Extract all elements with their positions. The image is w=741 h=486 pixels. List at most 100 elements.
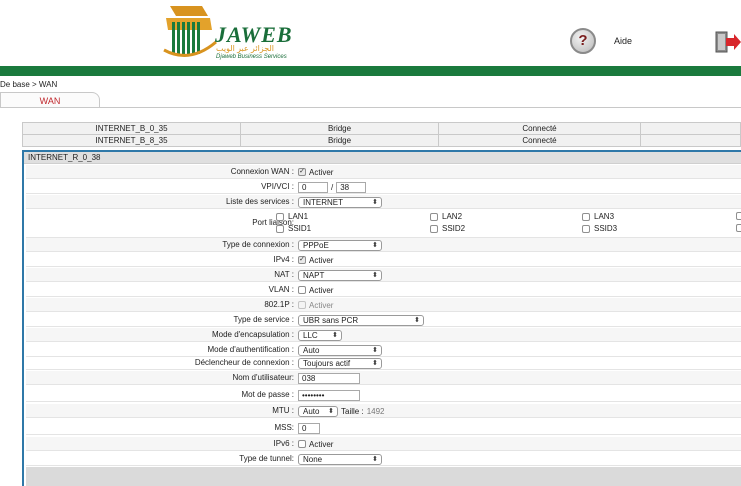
mss-input[interactable]: 0 xyxy=(298,422,320,434)
ssid2-checkbox[interactable] xyxy=(430,224,438,233)
dot1p-option: Activer xyxy=(309,300,334,310)
panel-footer-bar xyxy=(26,467,741,486)
vlan-label: VLAN : xyxy=(268,285,294,294)
row-username: Nom d'utilisateur: 038 xyxy=(26,371,741,385)
row-service-type: Type de service : UBR sans PCR xyxy=(26,313,741,327)
ipv4-checkbox[interactable]: ✓ xyxy=(298,256,306,264)
row-connection-type: Type de connexion : PPPoE xyxy=(26,238,741,252)
vlan-checkbox[interactable] xyxy=(298,286,306,294)
row-vpi-vci: VPI/VCI : 0 / 38 xyxy=(26,180,741,194)
ipv4-label: IPv4 : xyxy=(273,255,294,264)
row-port-binding: Port liaison: LAN1 LAN2 LAN3 SSID1 SSID2… xyxy=(26,210,741,238)
header-divider xyxy=(0,66,741,76)
connection-mode: Bridge xyxy=(240,134,439,147)
panel-title: INTERNET_R_0_38 xyxy=(24,152,741,164)
vlan-option: Activer xyxy=(309,285,334,295)
ssid2-label: SSID2 xyxy=(442,224,466,233)
service-type-label: Type de service : xyxy=(233,315,294,324)
row-password: Mot de passe : •••••••• xyxy=(26,388,741,402)
row-trigger: Déclencheur de connexion : Toujours acti… xyxy=(26,356,741,370)
help-icon[interactable]: ? xyxy=(570,28,596,54)
row-wan-connection: Connexion WAN : ✓ Activer xyxy=(26,165,741,179)
ipv6-option: Activer xyxy=(309,439,334,449)
row-ipv4: IPv4 : ✓ Activer xyxy=(26,253,741,267)
connection-extra-cell xyxy=(640,134,741,147)
ssid3-checkbox[interactable] xyxy=(582,224,590,233)
connection-type-label: Type de connexion : xyxy=(222,240,294,249)
row-tunnel: Type de tunnel: None xyxy=(26,452,741,466)
ssid4-checkbox[interactable] xyxy=(736,224,741,232)
help-link[interactable]: Aide xyxy=(614,36,632,46)
wan-connection-label: Connexion WAN : xyxy=(230,167,294,176)
lan3-checkbox[interactable] xyxy=(582,212,590,221)
auth-mode-select[interactable]: Auto xyxy=(298,344,382,356)
connection-status: Connecté xyxy=(438,122,641,135)
connection-extra-cell xyxy=(640,122,741,135)
row-ipv6: IPv6 : Activer xyxy=(26,437,741,451)
logout-icon[interactable] xyxy=(714,29,741,55)
vci-input[interactable]: 38 xyxy=(336,181,367,193)
router-config-page: JAWEB الجزائر عبر الويب Djaweb Business … xyxy=(0,0,741,486)
logo-subtitle: Djaweb Business Services xyxy=(216,54,287,60)
password-label: Mot de passe : xyxy=(241,390,294,399)
lan2-checkbox[interactable] xyxy=(430,212,438,221)
username-input[interactable]: 038 xyxy=(298,372,360,384)
username-label: Nom d'utilisateur: xyxy=(232,373,294,382)
auth-mode-label: Mode d'authentification : xyxy=(207,345,294,354)
connection-name: INTERNET_B_0_35 xyxy=(22,122,241,135)
wan-connection-checkbox[interactable]: ✓ xyxy=(298,168,306,176)
row-mss: MSS: 0 xyxy=(26,421,741,435)
ssid1-checkbox[interactable] xyxy=(276,224,284,233)
ssid3-label: SSID3 xyxy=(594,224,618,233)
encapsulation-label: Mode d'encapsulation : xyxy=(211,330,294,339)
lan1-label: LAN1 xyxy=(288,212,309,221)
mss-label: MSS: xyxy=(274,423,294,432)
trigger-select[interactable]: Toujours actif xyxy=(298,357,382,369)
wan-connection-option: Activer xyxy=(309,167,334,177)
connection-type-select[interactable]: PPPoE xyxy=(298,239,382,251)
mtu-select[interactable]: Auto xyxy=(298,405,338,417)
vpi-vci-label: VPI/VCI : xyxy=(261,182,294,191)
ssid1-label: SSID1 xyxy=(288,224,312,233)
connection-status: Connecté xyxy=(438,134,641,147)
tab-divider xyxy=(0,107,741,108)
nat-label: NAT : xyxy=(274,270,294,279)
header: JAWEB الجزائر عبر الويب Djaweb Business … xyxy=(0,0,741,66)
vpi-input[interactable]: 0 xyxy=(298,181,328,193)
tab-wan[interactable]: WAN xyxy=(0,92,100,108)
nat-select[interactable]: NAPT xyxy=(298,269,382,281)
dot1p-checkbox[interactable] xyxy=(298,301,306,309)
services-select[interactable]: INTERNET xyxy=(298,196,382,208)
tunnel-select[interactable]: None xyxy=(298,453,382,465)
lan2-label: LAN2 xyxy=(442,212,463,221)
ipv4-option: Activer xyxy=(309,255,334,265)
row-8021p: 802.1P : Activer xyxy=(26,298,741,312)
row-services: Liste des services : INTERNET xyxy=(26,195,741,209)
table-row[interactable]: INTERNET_B_8_35 Bridge Connecté xyxy=(22,134,741,147)
services-label: Liste des services : xyxy=(225,197,294,206)
row-auth-mode: Mode d'authentification : Auto xyxy=(26,343,741,357)
dot1p-label: 802.1P : xyxy=(264,300,294,309)
vpi-vci-separator: / xyxy=(331,182,334,192)
service-type-select[interactable]: UBR sans PCR xyxy=(298,314,424,326)
password-input[interactable]: •••••••• xyxy=(298,389,360,401)
lan4-checkbox[interactable] xyxy=(736,212,741,220)
breadcrumb: De base > WAN xyxy=(0,80,58,89)
connection-name: INTERNET_B_8_35 xyxy=(22,134,241,147)
trigger-label: Déclencheur de connexion : xyxy=(194,358,294,367)
encapsulation-select[interactable]: LLC xyxy=(298,329,342,341)
row-vlan: VLAN : Activer xyxy=(26,283,741,297)
logo-arabic-text: الجزائر عبر الويب xyxy=(216,44,275,53)
connection-settings-panel-lower: Déclencheur de connexion : Toujours acti… xyxy=(22,356,741,486)
lan3-label: LAN3 xyxy=(594,212,615,221)
table-row[interactable]: INTERNET_B_0_35 Bridge Connecté xyxy=(22,122,741,135)
row-nat: NAT : NAPT xyxy=(26,268,741,282)
tunnel-label: Type de tunnel: xyxy=(239,454,294,463)
ipv6-checkbox[interactable] xyxy=(298,440,306,448)
ipv6-label: IPv6 : xyxy=(273,439,294,448)
row-mtu: MTU : Auto Taille : 1492 xyxy=(26,404,741,418)
mtu-label: MTU : xyxy=(272,406,294,415)
connection-mode: Bridge xyxy=(240,122,439,135)
lan1-checkbox[interactable] xyxy=(276,212,284,221)
wan-connection-table: INTERNET_B_0_35 Bridge Connecté INTERNET… xyxy=(22,122,741,147)
